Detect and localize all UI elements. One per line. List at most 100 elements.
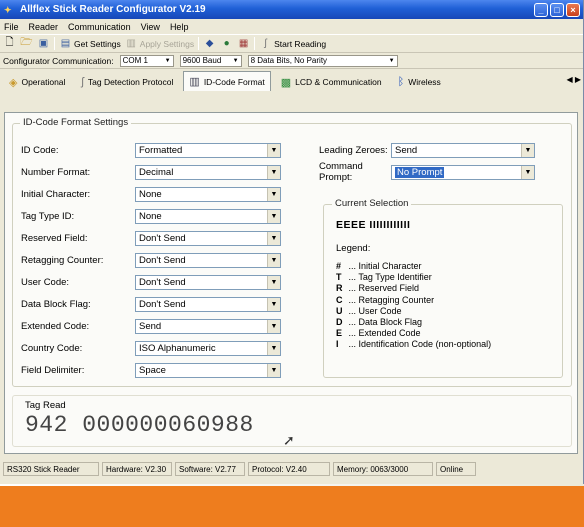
start-reading-button[interactable]: ʃ Start Reading — [259, 37, 327, 50]
tab-label: LCD & Communication — [295, 77, 382, 87]
status-online: Online — [436, 462, 476, 476]
menu-communication[interactable]: Communication — [68, 22, 131, 32]
diamond-icon[interactable]: ◆ — [203, 37, 216, 50]
retagging-counter-select[interactable]: Don't Send ▼ — [135, 252, 281, 268]
legend-item: # ... Initial Character — [336, 261, 491, 272]
baud-select[interactable]: 9600 Baud ▼ — [179, 54, 242, 67]
tag-read-value: 942 000000060988 — [25, 412, 254, 438]
globe-icon[interactable]: ● — [220, 37, 233, 50]
country-code-select[interactable]: ISO Alphanumeric ▼ — [135, 340, 281, 356]
selection-code: EEEE IIIIIIIIIIII — [336, 219, 411, 231]
legend-item: R ... Reserved Field — [336, 283, 491, 294]
field-id-code: ID Code: Formatted ▼ — [21, 142, 281, 158]
menu-file[interactable]: File — [4, 22, 19, 32]
legend-key: R — [336, 283, 343, 294]
field-label: Leading Zeroes: — [319, 144, 388, 156]
apply-settings-icon: ▥ — [126, 38, 136, 49]
field-label: User Code: — [21, 276, 70, 288]
tag-read-label: Tag Read — [25, 400, 66, 411]
get-settings-button[interactable]: ▤ Get Settings — [59, 37, 121, 50]
reserved-field-select[interactable]: Don't Send ▼ — [135, 230, 281, 246]
current-selection-group: Current Selection EEEE IIIIIIIIIIII Lege… — [323, 198, 563, 378]
communication-row: Configurator Communication: COM 1 ▼ 9600 … — [0, 53, 583, 69]
port-value: COM 1 — [122, 56, 148, 65]
legend-text: ... Data Block Flag — [348, 317, 423, 328]
tab-label: Operational — [21, 77, 66, 87]
field-extended-code: Extended Code: Send ▼ — [21, 318, 281, 334]
apply-settings-button[interactable]: ▥ Apply Settings — [125, 37, 195, 50]
extended-code-select[interactable]: Send ▼ — [135, 318, 281, 334]
status-device: RS320 Stick Reader — [3, 462, 99, 476]
field-value: No Prompt — [395, 166, 445, 178]
field-initial-character: Initial Character: None ▼ — [21, 186, 281, 202]
antenna-icon: ʃ — [264, 38, 267, 49]
field-label: ID Code: — [21, 144, 59, 156]
minimize-button[interactable]: _ — [534, 2, 548, 17]
tab-scroll-arrows-icon[interactable]: ◀ ▶ — [566, 75, 581, 84]
legend-item: I ... Identification Code (non-optional) — [336, 339, 491, 350]
tab-tag-detection[interactable]: ʃ Tag Detection Protocol — [75, 73, 179, 91]
get-settings-label: Get Settings — [74, 38, 121, 49]
leading-zeroes-select[interactable]: Send ▼ — [391, 142, 535, 158]
format-select[interactable]: 8 Data Bits, No Parity ▼ — [247, 54, 398, 67]
toolbar: 🗋 🗁 ▣ ▤ Get Settings ▥ Apply Settings ◆ … — [0, 34, 583, 53]
field-label: Tag Type ID: — [21, 210, 75, 222]
field-tag-type-id: Tag Type ID: None ▼ — [21, 208, 281, 224]
window-title: Allflex Stick Reader Configurator V2.19 — [20, 4, 206, 15]
data-block-flag-select[interactable]: Don't Send ▼ — [135, 296, 281, 312]
field-reserved: Reserved Field: Don't Send ▼ — [21, 230, 281, 246]
legend-key: I — [336, 339, 339, 350]
tab-lcd-communication[interactable]: ▩ LCD & Communication — [275, 73, 388, 91]
tab-strip: ◈ Operational ʃ Tag Detection Protocol ▥… — [0, 69, 583, 91]
id-code-select[interactable]: Formatted ▼ — [135, 142, 281, 158]
legend-text: ... User Code — [348, 305, 402, 316]
menu-reader[interactable]: Reader — [29, 22, 59, 32]
field-delimiter-select[interactable]: Space ▼ — [135, 362, 281, 378]
legend-key: T — [336, 272, 342, 283]
status-protocol: Protocol: V2.40 — [248, 462, 330, 476]
field-retagging-counter: Retagging Counter: Don't Send ▼ — [21, 252, 281, 268]
field-command-prompt: Command Prompt: No Prompt ▼ — [319, 161, 535, 183]
legend-label: Legend: — [336, 243, 371, 254]
id-code-format-group: ID-Code Format Settings ID Code: Formatt… — [12, 117, 572, 387]
initial-character-select[interactable]: None ▼ — [135, 186, 281, 202]
new-file-icon[interactable]: 🗋 — [3, 37, 16, 50]
operational-icon: ◈ — [9, 76, 18, 89]
chevron-down-icon: ▼ — [521, 165, 534, 179]
field-label: Reserved Field: — [21, 232, 88, 244]
chevron-down-icon: ▼ — [267, 297, 280, 311]
field-leading-zeroes: Leading Zeroes: Send ▼ — [319, 142, 535, 158]
status-software: Software: V2.77 — [175, 462, 245, 476]
orange-band — [0, 486, 584, 527]
legend-item: E ... Extended Code — [336, 328, 491, 339]
tag-type-id-select[interactable]: None ▼ — [135, 208, 281, 224]
chevron-down-icon: ▼ — [267, 275, 280, 289]
close-button[interactable]: × — [566, 2, 580, 17]
tab-id-code-format[interactable]: ▥ ID-Code Format — [183, 71, 271, 91]
field-value: Don't Send — [139, 254, 186, 266]
save-icon[interactable]: ▣ — [37, 37, 50, 50]
menu-help[interactable]: Help — [170, 22, 189, 32]
title-bar: ✦ Allflex Stick Reader Configurator V2.1… — [0, 0, 583, 19]
legend-text: ... Tag Type Identifier — [348, 272, 432, 283]
field-label: Extended Code: — [21, 320, 90, 332]
grid-icon[interactable]: ▦ — [237, 37, 250, 50]
legend-text: ... Retagging Counter — [348, 294, 435, 305]
number-format-select[interactable]: Decimal ▼ — [135, 164, 281, 180]
port-select[interactable]: COM 1 ▼ — [119, 54, 174, 67]
field-data-block-flag: Data Block Flag: Don't Send ▼ — [21, 296, 281, 312]
legend-item: T ... Tag Type Identifier — [336, 272, 491, 283]
chevron-down-icon: ▼ — [232, 57, 239, 64]
maximize-button[interactable]: □ — [550, 2, 564, 17]
tab-wireless[interactable]: ᛒ Wireless — [392, 73, 447, 91]
toolbar-separator — [198, 37, 200, 50]
tab-operational[interactable]: ◈ Operational — [3, 73, 71, 91]
user-code-select[interactable]: Don't Send ▼ — [135, 274, 281, 290]
open-folder-icon[interactable]: 🗁 — [20, 37, 33, 50]
chevron-down-icon: ▼ — [267, 231, 280, 245]
command-prompt-select[interactable]: No Prompt ▼ — [391, 164, 535, 180]
get-settings-icon: ▤ — [60, 38, 71, 49]
tab-label: ID-Code Format — [203, 76, 265, 87]
menu-view[interactable]: View — [141, 22, 160, 32]
app-icon: ✦ — [4, 4, 12, 15]
